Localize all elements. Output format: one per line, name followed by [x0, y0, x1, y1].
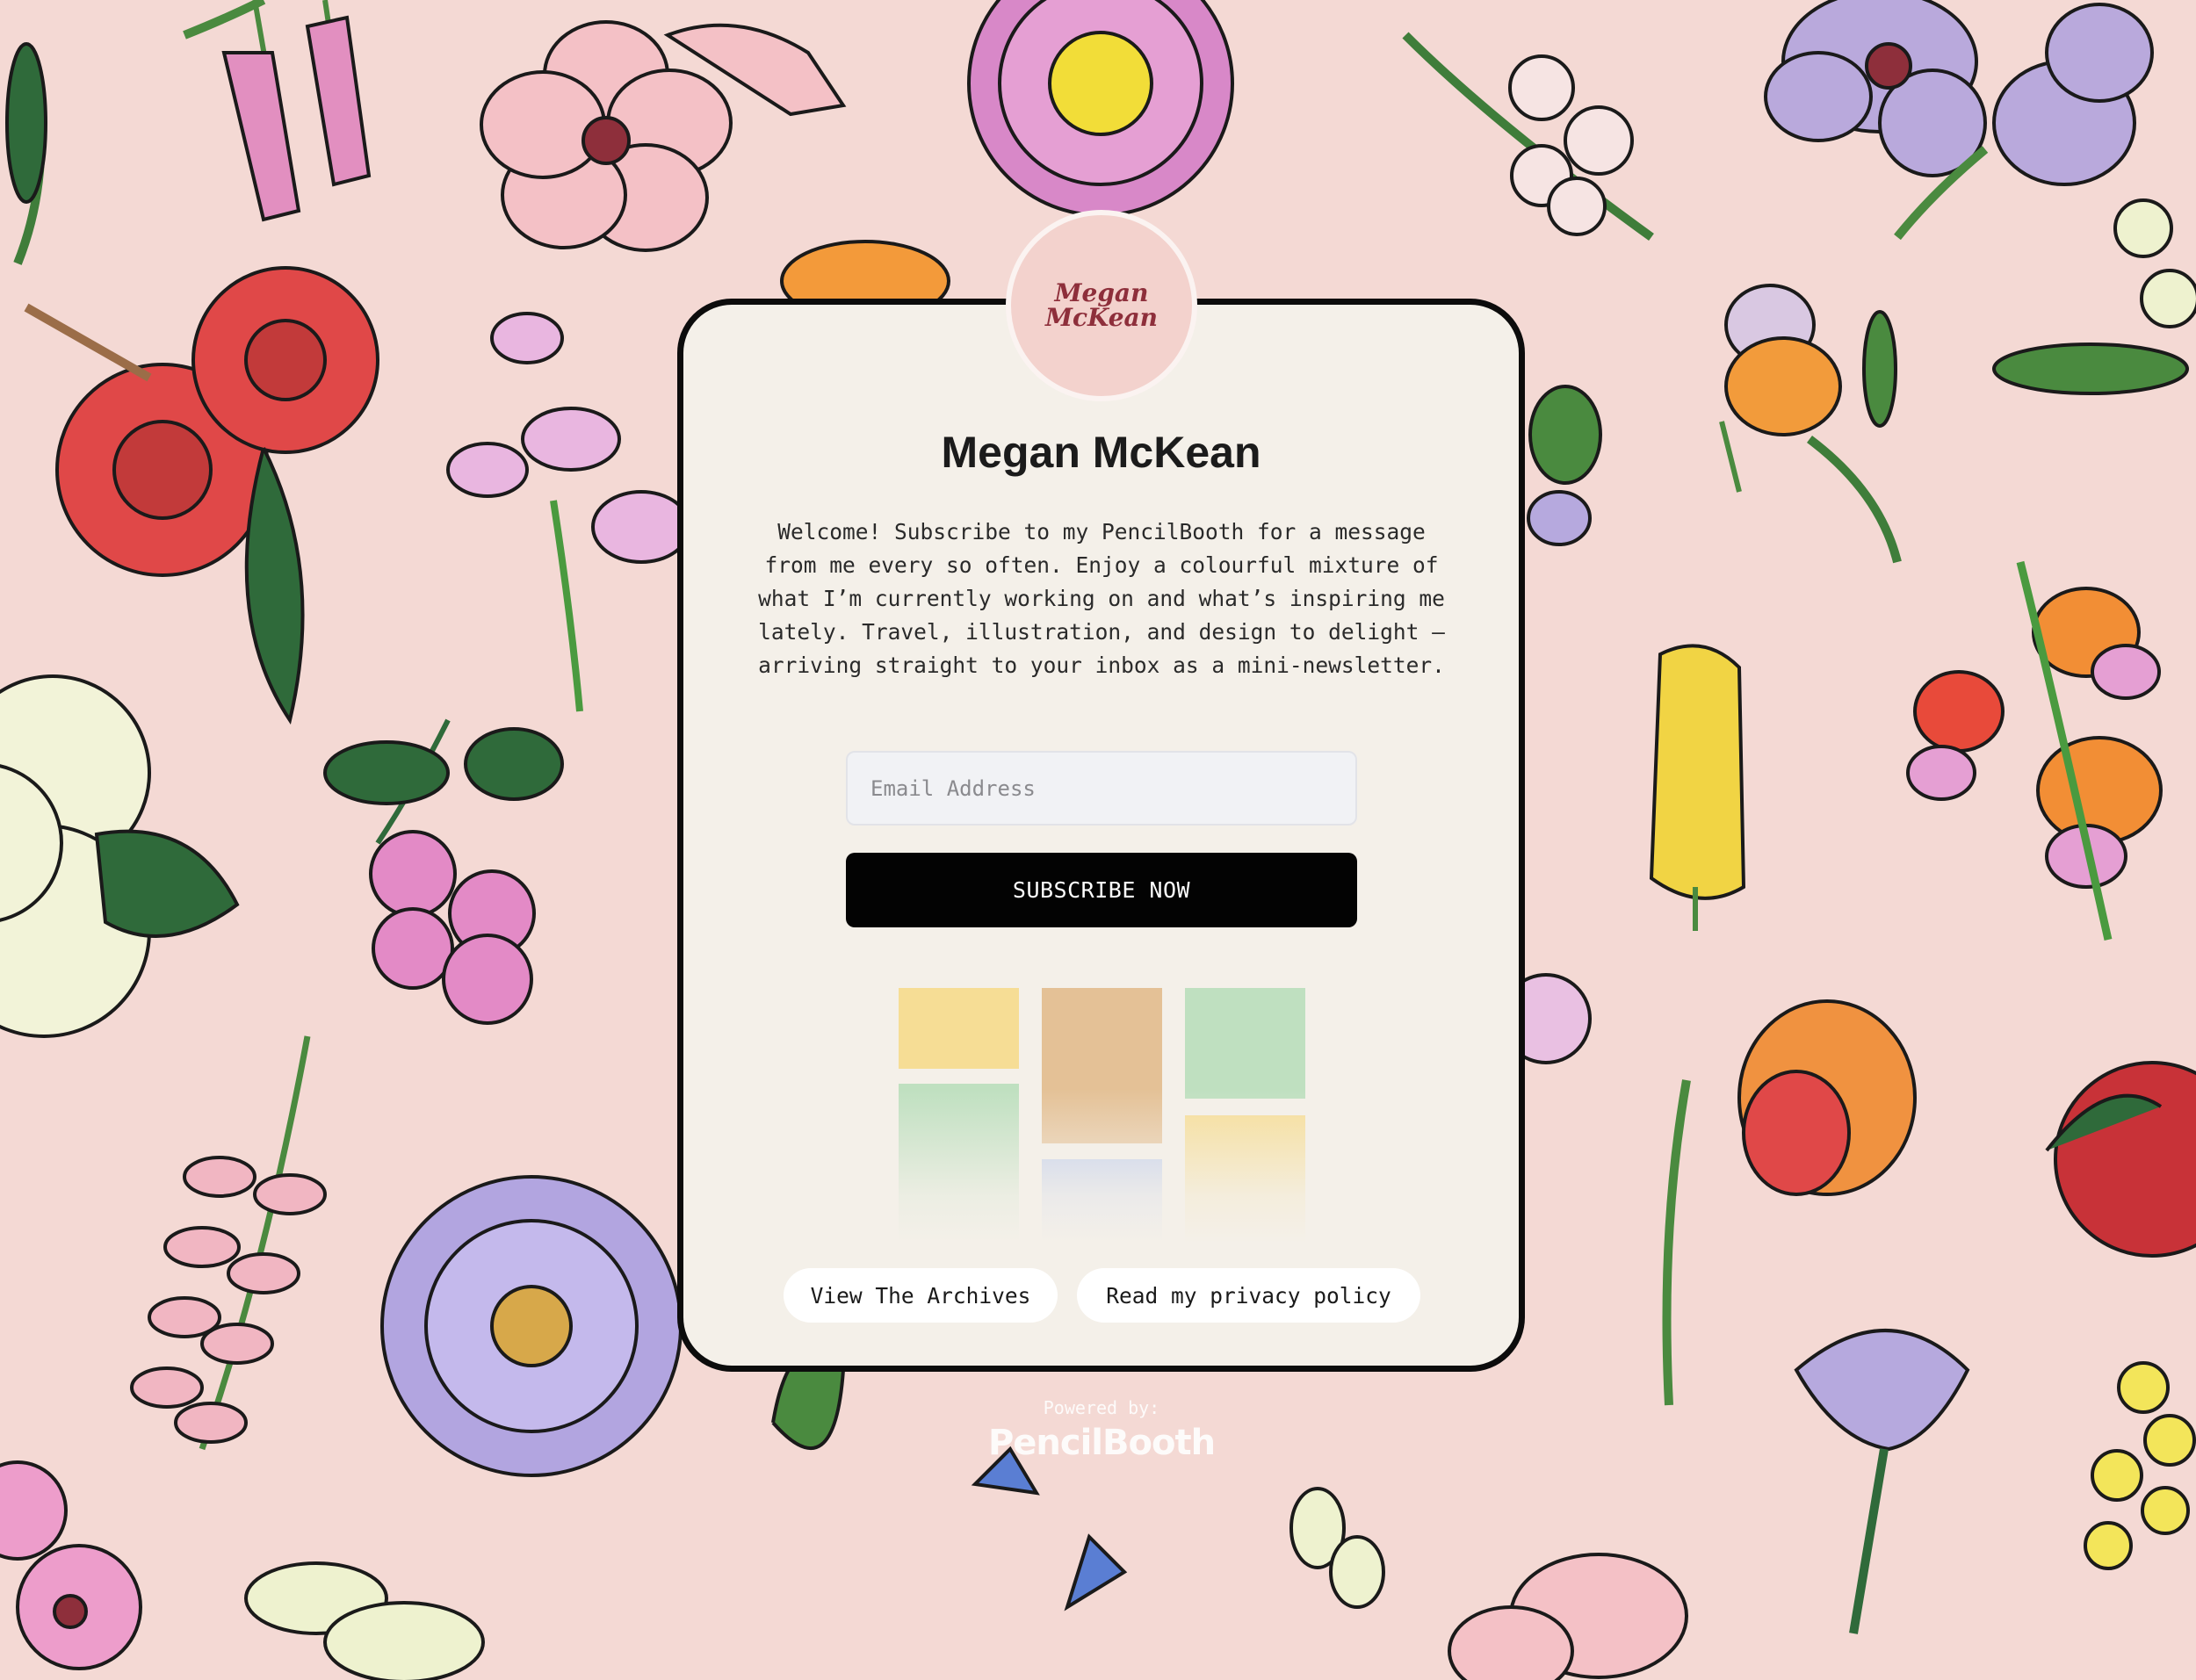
subscribe-button[interactable]: SUBSCRIBE NOW — [846, 853, 1357, 927]
logo-text-line1: Megan — [1054, 278, 1149, 307]
archive-thumbnail[interactable] — [1185, 988, 1305, 1099]
brand-logo: Megan McKean — [1006, 210, 1197, 401]
powered-by-label: Powered by: — [1043, 1397, 1160, 1418]
email-input[interactable] — [846, 751, 1357, 826]
welcome-description: Welcome! Subscribe to my PencilBooth for… — [758, 519, 1445, 678]
thumbnail-fade-overlay — [887, 1089, 1318, 1243]
privacy-policy-link[interactable]: Read my privacy policy — [1077, 1268, 1420, 1323]
page-title: Megan McKean — [941, 428, 1261, 477]
pencilbooth-logo[interactable]: PencilBooth — [926, 1423, 1277, 1463]
view-archives-link[interactable]: View The Archives — [784, 1268, 1058, 1323]
archive-thumbnail[interactable] — [899, 988, 1019, 1069]
logo-text-line2: McKean — [1044, 303, 1159, 332]
